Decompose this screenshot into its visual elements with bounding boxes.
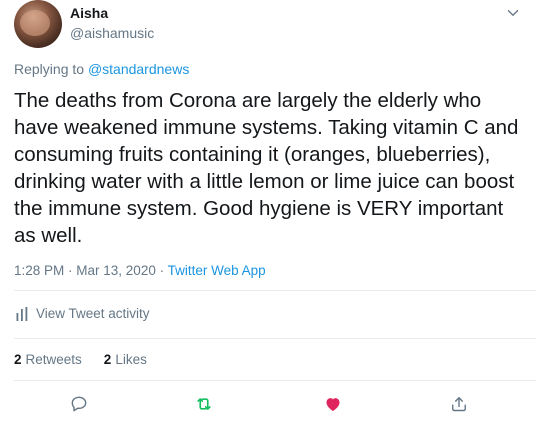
chevron-down-icon[interactable] <box>504 4 522 22</box>
tweet-stats: 2 Retweets 2 Likes <box>14 352 147 367</box>
tweet-time[interactable]: 1:28 PM <box>14 263 64 278</box>
bar-chart-icon <box>16 306 28 321</box>
heart-icon <box>326 398 340 412</box>
likes-label: Likes <box>115 352 147 367</box>
tweet-date[interactable]: Mar 13, 2020 <box>76 263 156 278</box>
divider <box>14 380 536 381</box>
retweets-stat[interactable]: 2 Retweets <box>14 352 82 367</box>
replying-to-prefix: Replying to <box>14 61 88 77</box>
tweet: Aisha @aishamusic Replying to @standardn… <box>0 0 536 423</box>
avatar[interactable] <box>14 0 62 48</box>
meta-separator: · <box>155 263 168 278</box>
likes-count: 2 <box>103 352 112 367</box>
retweets-count: 2 <box>14 352 22 367</box>
view-tweet-activity-label: View Tweet activity <box>36 306 150 321</box>
divider <box>14 338 536 339</box>
view-tweet-activity[interactable]: View Tweet activity <box>16 306 150 321</box>
like-button[interactable] <box>318 389 348 419</box>
speech-bubble-icon <box>71 396 87 412</box>
tweet-meta: 1:28 PM · Mar 13, 2020 · Twitter Web App <box>14 263 266 278</box>
replying-to-link[interactable]: @standardnews <box>88 61 189 77</box>
tweet-text: The deaths from Corona are largely the e… <box>14 89 519 247</box>
retweet-button[interactable] <box>189 389 219 419</box>
share-icon <box>452 397 466 412</box>
tweet-source[interactable]: Twitter Web App <box>168 263 266 278</box>
retweet-icon <box>197 398 211 410</box>
meta-separator: · <box>64 263 77 278</box>
divider <box>14 290 536 291</box>
share-button[interactable] <box>444 389 474 419</box>
replying-to: Replying to @standardnews <box>14 61 189 77</box>
tweet-actions <box>0 389 536 419</box>
reply-button[interactable] <box>64 389 94 419</box>
retweets-label: Retweets <box>25 352 82 367</box>
author-name[interactable]: Aisha <box>70 5 108 21</box>
likes-stat[interactable]: 2 Likes <box>104 352 147 367</box>
author-handle[interactable]: @aishamusic <box>70 25 154 41</box>
